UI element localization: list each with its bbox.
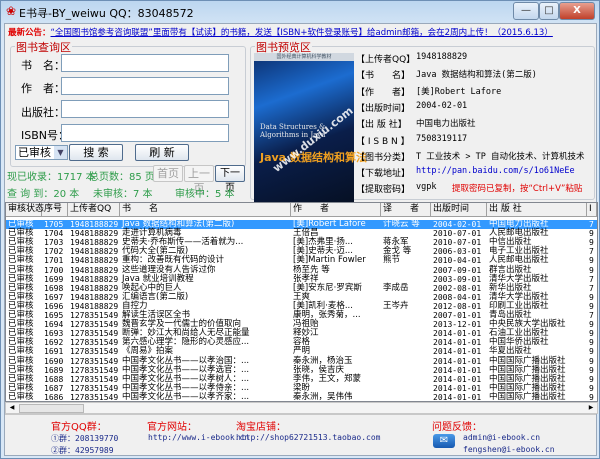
reviewing-count: 审核中：5 本 (175, 189, 235, 200)
book-cover-image: 国外经典计算机科学教材 Data Structures & Algorithms… (254, 53, 367, 202)
book-table[interactable]: 审核状态 序号 上传者QQ 书 名作 者译 者出版时间出 版 社I 已审核 1705 19… (5, 202, 598, 402)
info-key: 【图书分类】 (356, 152, 411, 163)
info-value: Java 数据结构和算法(第二版) (416, 70, 537, 81)
author-input[interactable] (61, 77, 229, 95)
window-title: E书寻-BY_weiwu QQ：83048572 (19, 7, 194, 20)
copied-message: 提取密码已复制，按“Ctrl+V”粘贴 (452, 184, 583, 195)
title-input[interactable] (61, 54, 229, 72)
scroll-left-icon[interactable]: ◀ (6, 403, 18, 413)
info-value: 2004-02-01 (416, 100, 468, 111)
table-row[interactable]: 已审核 1686 1278351549 中国孝文化丛书——以孝齐家：... 秦永洲，吴伟… (6, 392, 597, 402)
info-key: 【书 名】 (356, 71, 411, 82)
info-key: 【下载地址】 (356, 169, 411, 180)
qq-group-title: 官方QQ群： (51, 422, 107, 433)
website-link[interactable]: http://www.i-ebook.cn (148, 433, 249, 442)
email-2[interactable]: fengshen@i-ebook.cn (463, 445, 555, 454)
email-1[interactable]: admin@i-ebook.cn (463, 433, 540, 442)
first-page-button[interactable]: 首页 (153, 165, 183, 182)
horizontal-scrollbar[interactable]: ◀ ▶ (5, 402, 598, 414)
qq-group-2: ②群：42957989 (51, 446, 114, 455)
maximize-button[interactable]: □ (539, 2, 559, 20)
next-page-button[interactable]: 下一页 (215, 165, 245, 194)
info-value: vgpk (416, 182, 437, 193)
refresh-button[interactable]: 刷 新 (135, 144, 189, 161)
search-button[interactable]: 搜 索 (69, 144, 123, 161)
found-count: 查 询 到：20 本 (7, 189, 80, 200)
column-header[interactable]: 译 者 (381, 203, 431, 217)
app-window: ❀ E书寻-BY_weiwu QQ：83048572 — □ X 最新公告：“全… (0, 0, 600, 459)
info-value[interactable]: http://pan.baidu.com/s/1o61NeEe (416, 166, 575, 176)
column-header[interactable]: 序号 (42, 203, 68, 217)
info-value: 中国电力出版社 (416, 119, 476, 130)
minimize-button[interactable]: — (513, 2, 539, 20)
info-key: 【出 版 社】 (356, 120, 407, 131)
info-value: T 工业技术 > TP 自动化技术、计算机技术 (416, 151, 585, 162)
column-header[interactable]: 书 名 (120, 203, 291, 217)
feedback-title: 问题反馈： (432, 422, 482, 433)
column-header[interactable]: 出 版 社 (487, 203, 587, 217)
footer: 官方QQ群： ①群：208139770 ②群：42957989 官方网站： ht… (5, 414, 596, 455)
info-key: 【 I S B N 】 (356, 136, 410, 147)
publisher-label: 出版社： (21, 106, 65, 119)
info-key: 【作 者】 (356, 87, 411, 98)
column-header[interactable]: 作 者 (291, 203, 381, 217)
info-value: 1948188829 (416, 52, 468, 62)
main-panel: 最新公告：“全国图书馆参考咨询联盟”里面带有【试读】的书籍，发送【ISBN+软件… (4, 23, 598, 456)
shop-title: 淘宝店铺： (236, 422, 286, 433)
cover-series: 国外经典计算机科学教材 (254, 53, 354, 61)
column-header[interactable]: I (587, 203, 597, 217)
scroll-right-icon[interactable]: ▶ (585, 403, 597, 413)
column-header[interactable]: 审核状态 (6, 203, 44, 217)
announcement-label: 最新公告： (8, 28, 51, 38)
info-key: 【提取密码】 (356, 185, 411, 196)
info-value: 7508319117 (416, 133, 468, 144)
announcement-link[interactable]: “全国图书馆参考咨询联盟”里面带有【试读】的书籍，发送【ISBN+软件登录账号】… (51, 28, 553, 38)
announcement: 最新公告：“全国图书馆参考咨询联盟”里面带有【试读】的书籍，发送【ISBN+软件… (8, 28, 592, 38)
title-bar: ❀ E书寻-BY_weiwu QQ：83048572 — □ X (1, 1, 599, 23)
unreviewed-count: 未审核：7 本 (93, 189, 153, 200)
shop-link[interactable]: http://shop62721513.taobao.com (236, 433, 381, 442)
scroll-thumb[interactable] (19, 404, 84, 413)
qq-group-1: ①群：208139770 (51, 434, 119, 443)
collected-count: 现已收录：1717 本 (7, 172, 96, 183)
close-button[interactable]: X (559, 2, 595, 20)
column-header[interactable]: 出版时间 (431, 203, 487, 217)
info-key: 【上传者QQ】 (356, 55, 416, 65)
info-key: 【出版时间】 (356, 103, 411, 114)
author-label: 作 者： (21, 82, 65, 95)
mail-icon[interactable]: ✉ (433, 434, 455, 448)
title-label: 书 名： (21, 59, 65, 72)
search-group-title: 图书查询区 (15, 39, 72, 55)
info-value: [美]Robert Lafore (416, 86, 502, 97)
table-header: 审核状态 序号 上传者QQ 书 名作 者译 者出版时间出 版 社I (6, 203, 597, 217)
column-header[interactable]: 上传者QQ (68, 203, 120, 217)
status-select-value: 已审核 (18, 146, 51, 159)
status-select[interactable]: 已审核 ▼ (15, 145, 68, 160)
website-title: 官方网站： (147, 422, 197, 433)
prev-page-button[interactable]: 上一页 (184, 165, 214, 195)
chevron-down-icon[interactable]: ▼ (54, 146, 67, 159)
isbn-input[interactable] (61, 124, 229, 142)
publisher-input[interactable] (61, 100, 229, 118)
app-icon: ❀ (6, 4, 17, 18)
total-pages: 总页数：85 页 (89, 172, 155, 183)
